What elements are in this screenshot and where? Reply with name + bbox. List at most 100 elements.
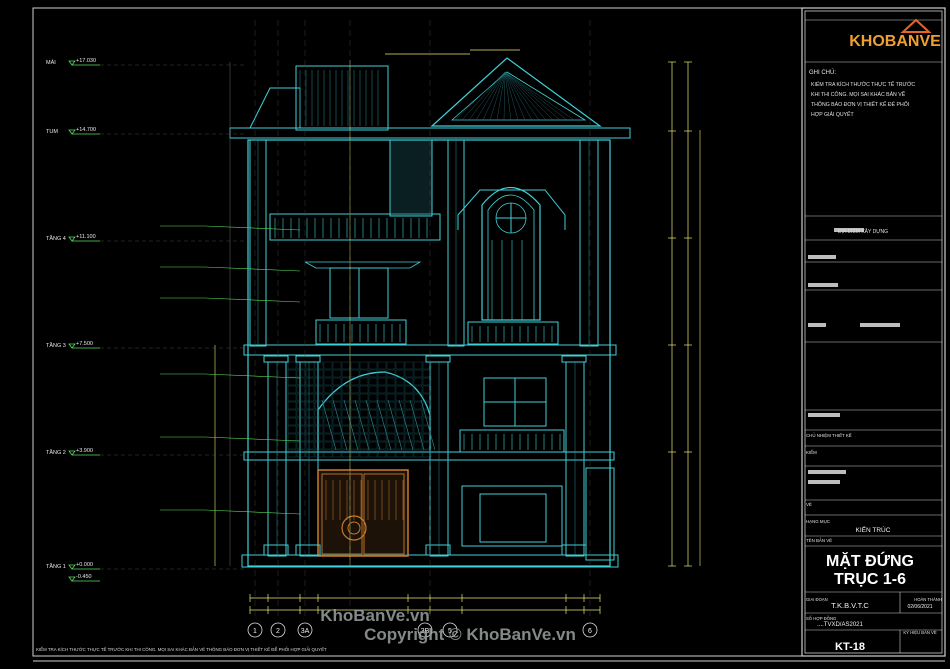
dimension-lines (160, 20, 701, 620)
drawing-title-line-2: TRỤC 1-6 (834, 571, 906, 588)
brick (314, 393, 324, 402)
brick (386, 377, 396, 386)
brick (287, 449, 297, 458)
level-name: TẦNG 2 (46, 449, 66, 456)
brick (314, 417, 324, 426)
brick (314, 433, 324, 442)
brick (350, 401, 360, 410)
brick (314, 361, 324, 370)
elevation-drawing: MÁI +17.030 TUM +14.700 TẦNG 4 +11.100 TẦNG 3 +… (32, 7, 946, 662)
brick (287, 417, 297, 426)
brick (296, 369, 306, 378)
brick (296, 425, 306, 434)
label-leader (204, 297, 301, 303)
brick (305, 385, 315, 394)
brick (332, 377, 342, 386)
brick (395, 449, 405, 458)
drawing-title-line-1: MẶT ĐỨNG (826, 551, 914, 570)
brick (404, 425, 414, 434)
brick (314, 385, 324, 394)
grid-axis-label: 6 (588, 628, 592, 635)
hoan-thanh-value: 02/06/2021 (907, 604, 932, 610)
brick (350, 393, 360, 402)
brick (377, 393, 387, 402)
brick (368, 385, 378, 394)
brick (377, 417, 387, 426)
brick (305, 361, 315, 370)
ve-label: VẼ (806, 502, 812, 507)
chu-nhiem-label: CHỦ NHIỆM THIẾT KẾ (806, 433, 852, 438)
brick (377, 377, 387, 386)
brick (287, 377, 297, 386)
brick (341, 393, 351, 402)
brick (368, 393, 378, 402)
grid-axis-label: 3A (301, 628, 310, 635)
gable-hatch (468, 71, 506, 121)
brick (404, 369, 414, 378)
level-marker (68, 450, 76, 456)
brick (332, 449, 342, 458)
brick (386, 361, 396, 370)
level-name: TUM (46, 129, 58, 135)
brick (377, 361, 387, 370)
brick (296, 377, 306, 386)
brick (359, 377, 369, 386)
brick (413, 361, 423, 370)
brick (296, 385, 306, 394)
main-door (317, 469, 409, 557)
notes-line-1: KIỂM TRA KÍCH THƯỚC THỰC TẾ TRƯỚC (811, 81, 915, 88)
so-hop-dong-label: SỐ HỢP ĐỒNG (806, 616, 836, 621)
brick (359, 433, 369, 442)
redacted-field (808, 283, 838, 287)
gable-hatch (503, 71, 506, 121)
brick (404, 449, 414, 458)
hang-muc-label: HẠNG MỤC (806, 519, 830, 524)
brick (386, 441, 396, 450)
notes-line-4: HỢP GIẢI QUYẾT (811, 111, 855, 118)
brick (296, 433, 306, 442)
brick (323, 361, 333, 370)
redacted-field (808, 470, 846, 474)
brick (359, 409, 369, 418)
level-marker (68, 236, 76, 242)
gable-hatch (482, 71, 506, 121)
gable-hatch (504, 71, 519, 121)
brick (305, 433, 315, 442)
brick (413, 377, 423, 386)
brick (368, 441, 378, 450)
brick (395, 361, 405, 370)
level-name: TẦNG 4 (46, 235, 66, 242)
brick (305, 409, 315, 418)
column-capital (263, 355, 289, 363)
level-elevation: +14.700 (76, 127, 96, 133)
brick (359, 385, 369, 394)
brick (413, 449, 423, 458)
level-marker (68, 564, 76, 570)
logo-text: KHOBANVE (849, 33, 941, 50)
brick (287, 409, 297, 418)
gable-hatch (504, 71, 561, 121)
brick (359, 361, 369, 370)
level-elevation: +0.000 (76, 562, 93, 568)
brick (341, 409, 351, 418)
roof-left (249, 87, 301, 129)
brick (413, 409, 423, 418)
brick (368, 361, 378, 370)
brick (323, 441, 333, 450)
brick (350, 385, 360, 394)
so-hop-dong-value: ....TVXD/AS2021 (817, 622, 863, 628)
brick (386, 449, 396, 458)
garage-inner (479, 493, 547, 543)
level-name: TẦNG 3 (46, 342, 66, 349)
khobanve-logo: KHOBANVE (849, 18, 941, 50)
brick (323, 377, 333, 386)
garage-opening (461, 485, 563, 547)
label-leader (204, 266, 301, 272)
brick (332, 361, 342, 370)
notes-line-3: THÔNG BÁO ĐƠN VỊ THIẾT KẾ ĐỂ PHỐI (811, 101, 909, 108)
brick (395, 417, 405, 426)
brick (296, 409, 306, 418)
brick (305, 377, 315, 386)
redacted-field (808, 480, 840, 484)
brick (323, 385, 333, 394)
